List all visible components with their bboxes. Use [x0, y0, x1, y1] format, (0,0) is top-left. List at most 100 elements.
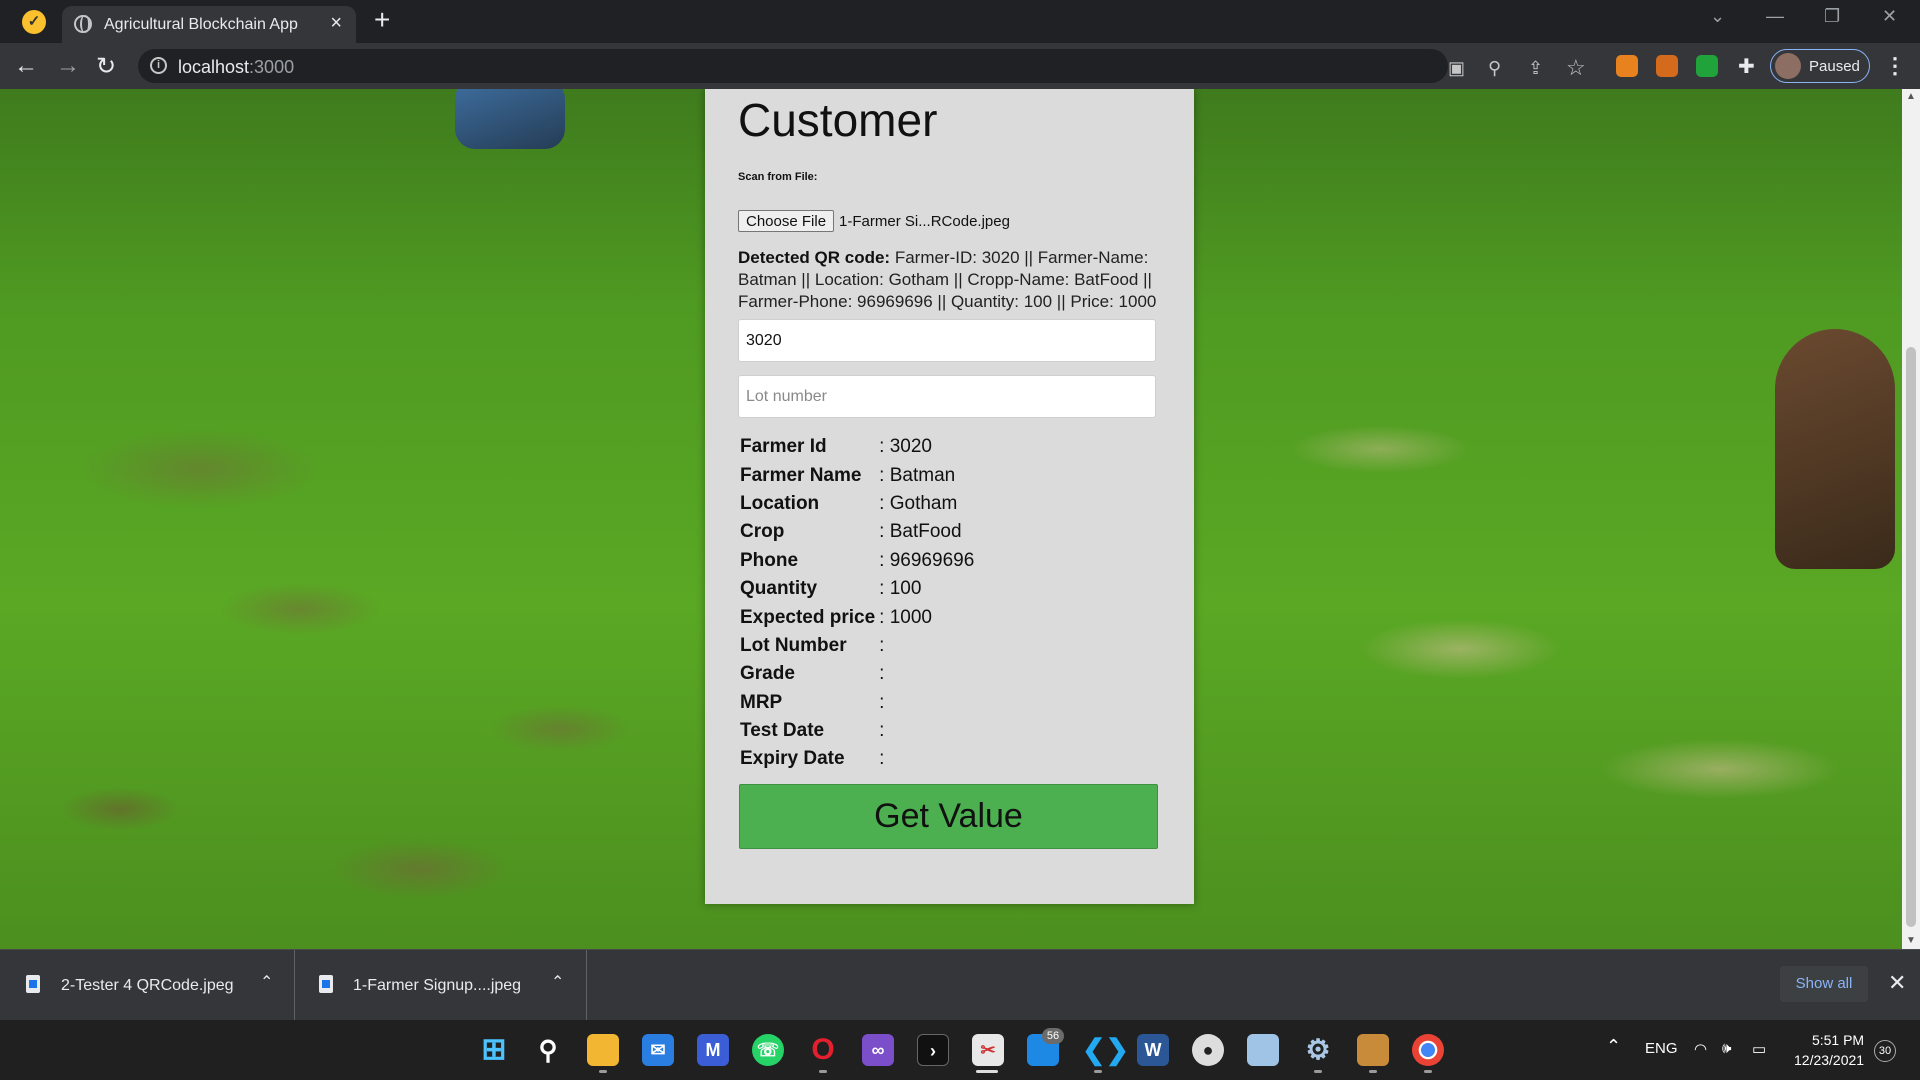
opera-icon[interactable]: O: [807, 1034, 839, 1066]
image-file-icon: [26, 975, 40, 993]
clock-time: 5:51 PM: [1811, 1032, 1865, 1048]
page-title: Customer: [738, 94, 938, 146]
github-icon[interactable]: ●: [1192, 1034, 1224, 1066]
clock[interactable]: 5:51 PM 12/23/2021: [1794, 1030, 1864, 1070]
back-button[interactable]: ←: [14, 52, 38, 80]
detail-value: :: [879, 663, 885, 685]
detail-value: : Gotham: [879, 492, 958, 514]
download-item[interactable]: 1-Farmer Signup....jpeg ⌃: [295, 950, 587, 1020]
detail-label: Lot Number: [740, 634, 847, 656]
detail-value: : 96969696: [879, 549, 975, 571]
package-icon[interactable]: [1357, 1034, 1389, 1066]
scroll-up-icon[interactable]: ▲: [1906, 91, 1916, 102]
detail-row-grade: Grade:: [740, 660, 974, 688]
chosen-file-name: 1-Farmer Si...RCode.jpeg: [839, 212, 1010, 230]
detail-row-expiry-date: Expiry Date:: [740, 745, 974, 773]
green-extension-icon[interactable]: [1696, 55, 1718, 77]
detail-row-expected-price: Expected price: 1000: [740, 603, 974, 631]
camera-blocked-icon[interactable]: ▣: [1448, 58, 1465, 79]
language-indicator[interactable]: ENG: [1645, 1040, 1678, 1057]
battery-icon[interactable]: ▭: [1752, 1040, 1766, 1058]
taskbar: ⊞ ⚲ ✉ M ☏ O ∞ › ✂ 56 ❮❯ W ● ⚙ ⌃ ENG ◠ 🕪 …: [0, 1020, 1920, 1080]
restore-button[interactable]: ❐: [1824, 6, 1840, 27]
browser-app-icon[interactable]: ✓: [22, 10, 46, 34]
chevron-up-icon[interactable]: ⌃: [551, 972, 564, 992]
avatar: [1775, 53, 1801, 79]
lot-number-input[interactable]: [738, 375, 1156, 418]
choose-file-button[interactable]: Choose File: [738, 210, 835, 232]
zoom-icon[interactable]: ⚲: [1488, 58, 1501, 79]
metamask-extension-icon[interactable]: [1616, 55, 1638, 77]
detail-label: Expiry Date: [740, 748, 845, 770]
detail-value: :: [879, 691, 885, 713]
scroll-down-icon[interactable]: ▼: [1906, 935, 1916, 946]
tab-close-icon[interactable]: ×: [330, 12, 342, 35]
search-icon[interactable]: ⚲: [532, 1034, 564, 1066]
settings-icon[interactable]: ⚙: [1302, 1034, 1334, 1066]
detail-value: : Batman: [879, 464, 956, 486]
detail-value: : BatFood: [879, 521, 962, 543]
word-icon[interactable]: W: [1137, 1034, 1169, 1066]
profile-button[interactable]: Paused: [1770, 49, 1870, 83]
get-value-button[interactable]: Get Value: [739, 783, 1158, 849]
farmer-id-input[interactable]: [738, 319, 1156, 362]
download-file-name: 2-Tester 4 QRCode.jpeg: [61, 977, 234, 994]
detail-row-mrp: MRP:: [740, 689, 974, 717]
mail-icon[interactable]: ✉: [642, 1034, 674, 1066]
bookmark-star-icon[interactable]: ☆: [1566, 55, 1586, 81]
metamask-extension-icon-2[interactable]: [1656, 55, 1678, 77]
site-info-icon[interactable]: i: [150, 57, 167, 74]
running-indicator: [1314, 1070, 1322, 1073]
running-indicator: [819, 1070, 827, 1073]
wifi-icon[interactable]: ◠: [1694, 1040, 1707, 1058]
url-text[interactable]: localhost:3000: [178, 57, 294, 78]
globe-icon: [74, 15, 92, 33]
volume-icon[interactable]: 🕪: [1722, 1040, 1731, 1057]
page-viewport: Customer Scan from File: Choose File 1-F…: [0, 89, 1920, 949]
chevron-up-icon[interactable]: ⌃: [260, 972, 273, 992]
page-scrollbar[interactable]: ▲ ▼: [1902, 89, 1920, 949]
details-table: Farmer Id: 3020 Farmer Name: Batman Loca…: [740, 433, 974, 774]
file-explorer-icon[interactable]: [587, 1034, 619, 1066]
detail-row-location: Location: Gotham: [740, 490, 974, 518]
detail-row-phone: Phone: 96969696: [740, 547, 974, 575]
tab-search-icon[interactable]: ⌄: [1710, 6, 1725, 27]
detail-label: Crop: [740, 521, 785, 543]
start-icon[interactable]: ⊞: [478, 1034, 510, 1066]
photos-icon[interactable]: [1247, 1034, 1279, 1066]
tab-title: Agricultural Blockchain App: [104, 16, 298, 33]
app-icon[interactable]: M: [697, 1034, 729, 1066]
show-hidden-icons-chevron-icon[interactable]: ⌃: [1606, 1036, 1621, 1057]
close-shelf-icon[interactable]: ✕: [1888, 970, 1906, 996]
browser-menu-icon[interactable]: ⋮: [1884, 53, 1906, 79]
scrollbar-thumb[interactable]: [1906, 347, 1916, 927]
detail-label: Farmer Id: [740, 436, 827, 458]
download-item[interactable]: 2-Tester 4 QRCode.jpeg ⌃: [0, 950, 295, 1020]
whatsapp-icon[interactable]: ☏: [752, 1034, 784, 1066]
extensions-puzzle-icon[interactable]: ✚: [1738, 54, 1755, 79]
vscode-icon[interactable]: ❮❯: [1082, 1034, 1129, 1066]
browser-toolbar: ← → ↻ i localhost:3000 ▣ ⚲ ⇪ ☆ ✚ Paused …: [0, 43, 1920, 89]
detail-label: MRP: [740, 691, 783, 713]
detail-value: :: [879, 634, 885, 656]
reload-button[interactable]: ↻: [96, 52, 116, 81]
notification-count[interactable]: 30: [1874, 1040, 1896, 1062]
snipping-tool-icon[interactable]: ✂: [972, 1034, 1004, 1066]
new-tab-button[interactable]: +: [374, 4, 390, 36]
chrome-icon[interactable]: [1412, 1034, 1444, 1066]
show-all-button[interactable]: Show all: [1780, 966, 1868, 1002]
visual-studio-icon[interactable]: ∞: [862, 1034, 894, 1066]
forward-button[interactable]: →: [56, 52, 80, 80]
window-close-button[interactable]: ✕: [1882, 6, 1897, 27]
detail-row-farmer-id: Farmer Id: 3020: [740, 433, 974, 461]
tab-active[interactable]: Agricultural Blockchain App ×: [62, 6, 356, 43]
share-icon[interactable]: ⇪: [1528, 58, 1543, 79]
detail-label: Test Date: [740, 720, 825, 742]
minimize-button[interactable]: —: [1766, 6, 1784, 27]
terminal-icon[interactable]: ›: [917, 1034, 949, 1066]
scan-from-file-label: Scan from File:: [738, 171, 818, 183]
running-indicator: [1094, 1070, 1102, 1073]
detail-value: : 100: [879, 578, 922, 600]
detail-value: : 1000: [879, 606, 932, 628]
address-bar[interactable]: i localhost:3000 ▣ ⚲ ⇪ ☆: [138, 49, 1586, 83]
